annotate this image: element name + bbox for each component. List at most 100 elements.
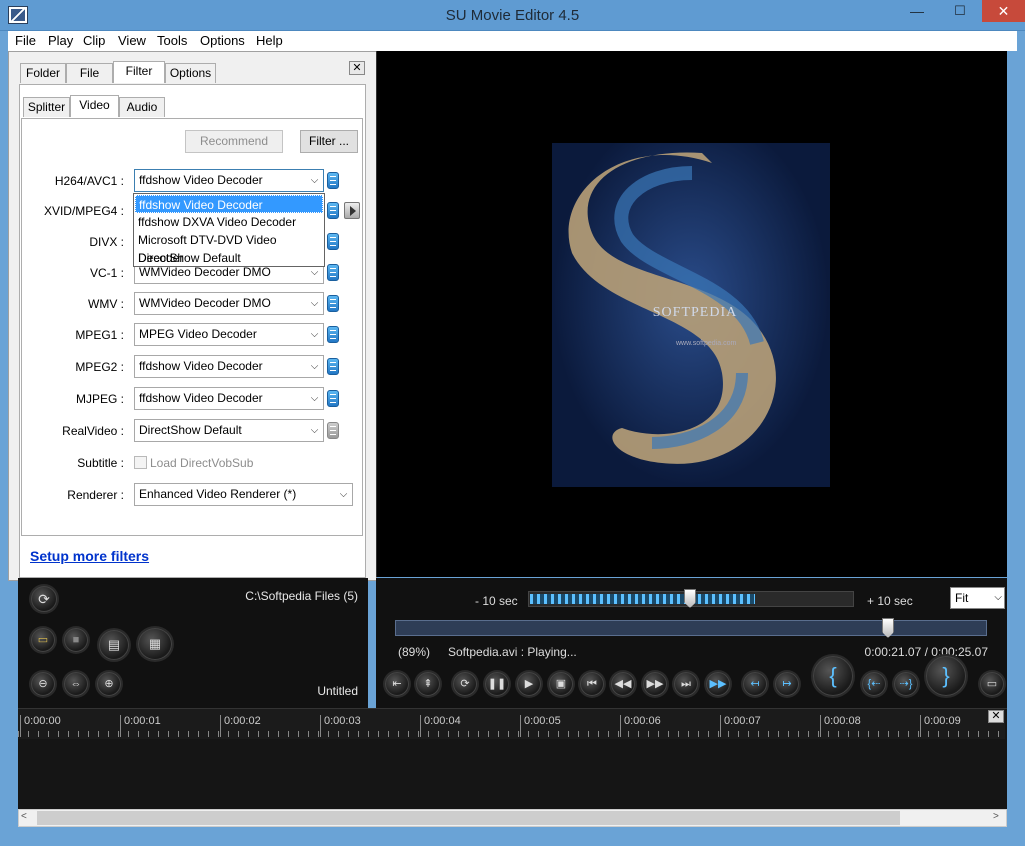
- dropdown-item[interactable]: Microsoft DTV-DVD Video Decoder: [135, 231, 323, 265]
- mark-out-icon[interactable]: }: [926, 656, 966, 696]
- dropdown-item[interactable]: ffdshow DXVA Video Decoder: [135, 213, 323, 231]
- film-export-icon[interactable]: ▦: [138, 628, 172, 660]
- scroll-left-icon[interactable]: <: [21, 811, 27, 822]
- minus-10-sec-label: - 10 sec: [475, 594, 518, 608]
- prev-frame-icon[interactable]: ⏮: [580, 672, 604, 696]
- project-name: Untitled: [317, 684, 358, 698]
- label-mjpeg: MJPEG :: [75, 392, 124, 406]
- settings-icon[interactable]: [327, 326, 339, 343]
- label-h264: H264/AVC1 :: [54, 174, 124, 188]
- tick-label: 0:00:09: [924, 715, 961, 727]
- tick-line: [120, 715, 121, 737]
- settings-icon[interactable]: [327, 233, 339, 250]
- filter-button[interactable]: Filter ...: [300, 130, 358, 153]
- go-start-icon[interactable]: ⇤: [385, 672, 409, 696]
- scroll-right-icon[interactable]: >: [993, 811, 999, 822]
- combo-realvideo[interactable]: DirectShow Default ⌵: [134, 419, 324, 442]
- label-realvideo: RealVideo :: [62, 424, 124, 438]
- settings-icon[interactable]: [327, 358, 339, 375]
- fit-zoom-icon[interactable]: ⇔: [64, 672, 88, 696]
- jump-out-icon[interactable]: ⇢}: [894, 672, 918, 696]
- combo-wmv[interactable]: WMVideo Decoder DMO ⌵: [134, 292, 324, 315]
- directvobsub-checkbox[interactable]: [134, 456, 147, 469]
- menu-view[interactable]: View: [118, 33, 146, 48]
- subtab-splitter[interactable]: Splitter: [23, 97, 70, 117]
- combo-mpeg2[interactable]: ffdshow Video Decoder ⌵: [134, 355, 324, 378]
- combo-h264[interactable]: ffdshow Video Decoder ⌵: [134, 169, 324, 192]
- label-mpeg2: MPEG2 :: [75, 360, 124, 374]
- setup-more-filters-link[interactable]: Setup more filters: [30, 548, 149, 564]
- dropdown-item[interactable]: ffdshow Video Decoder: [135, 195, 323, 213]
- combo-renderer[interactable]: Enhanced Video Renderer (*) ⌵: [134, 483, 353, 506]
- go-mark-out-icon[interactable]: ↦: [775, 672, 799, 696]
- rewind-icon[interactable]: ◀◀: [611, 672, 635, 696]
- tick-line: [620, 715, 621, 737]
- document-icon[interactable]: ▤: [99, 630, 129, 660]
- label-wmv: WMV :: [88, 297, 124, 311]
- combo-mjpeg[interactable]: ffdshow Video Decoder ⌵: [134, 387, 324, 410]
- loop-icon[interactable]: ⟳: [453, 672, 477, 696]
- tab-file[interactable]: File: [66, 63, 113, 83]
- next-frame-icon[interactable]: ⏭: [674, 672, 698, 696]
- settings-icon: [327, 422, 339, 439]
- timeline-close-icon[interactable]: ✕: [988, 710, 1004, 723]
- settings-icon[interactable]: [327, 264, 339, 281]
- split-icon[interactable]: ⇞: [416, 672, 440, 696]
- play-fast-icon[interactable]: ▶▶: [706, 672, 730, 696]
- tick-label: 0:00:00: [24, 715, 61, 727]
- mark-in-icon[interactable]: {: [813, 656, 853, 696]
- zoom-out-icon[interactable]: ⊖: [31, 672, 55, 696]
- zoom-select[interactable]: Fit ⌵: [950, 587, 1005, 609]
- settings-icon[interactable]: [327, 172, 339, 189]
- recommend-button[interactable]: Recommend: [185, 130, 283, 153]
- menu-clip[interactable]: Clip: [83, 33, 105, 48]
- jump-in-icon[interactable]: {⇠: [862, 672, 886, 696]
- menu-help[interactable]: Help: [256, 33, 283, 48]
- label-renderer: Renderer :: [67, 488, 124, 502]
- window-title: SU Movie Editor 4.5: [445, 7, 580, 24]
- watermark-text: SOFTPEDIA: [652, 305, 738, 320]
- dropdown-item[interactable]: DirectShow Default: [135, 249, 323, 267]
- settings-icon[interactable]: [327, 295, 339, 312]
- menu-bar: File Play Clip View Tools Options Help: [8, 31, 1017, 51]
- seek-bar[interactable]: [395, 620, 987, 636]
- combo-mpeg1[interactable]: MPEG Video Decoder ⌵: [134, 323, 324, 346]
- menu-file[interactable]: File: [15, 33, 36, 48]
- play-icon[interactable]: ▶: [517, 672, 541, 696]
- directvobsub-label: Load DirectVobSub: [150, 456, 254, 470]
- settings-icon[interactable]: [327, 390, 339, 407]
- pause-icon[interactable]: ❚❚: [485, 672, 509, 696]
- open-folder-icon[interactable]: ▭: [31, 628, 55, 652]
- stop-icon[interactable]: ▣: [549, 672, 573, 696]
- save-icon[interactable]: ■: [64, 628, 88, 652]
- tick-label: 0:00:03: [324, 715, 361, 727]
- menu-tools[interactable]: Tools: [157, 33, 187, 48]
- minimize-button[interactable]: —: [896, 0, 938, 22]
- maximize-button[interactable]: ☐: [939, 0, 981, 22]
- go-mark-in-icon[interactable]: ↤: [743, 672, 767, 696]
- tab-folder[interactable]: Folder: [20, 63, 66, 83]
- zoom-in-icon[interactable]: ⊕: [97, 672, 121, 696]
- settings-icon[interactable]: [327, 202, 339, 219]
- scrollbar-thumb[interactable]: [37, 811, 900, 825]
- tick-line: [820, 715, 821, 737]
- tab-options[interactable]: Options: [165, 63, 216, 83]
- tick-label: 0:00:05: [524, 715, 561, 727]
- tick-label: 0:00:01: [124, 715, 161, 727]
- fast-forward-icon[interactable]: ▶▶: [643, 672, 667, 696]
- close-button[interactable]: ✕: [982, 0, 1025, 22]
- panel-close-icon[interactable]: ✕: [349, 61, 365, 75]
- label-mpeg1: MPEG1 :: [75, 328, 124, 342]
- tab-filter[interactable]: Filter: [113, 61, 165, 83]
- fullscreen-icon[interactable]: ▭: [980, 672, 1004, 696]
- tick-line: [220, 715, 221, 737]
- ruler-minor-ticks: [18, 731, 1005, 737]
- chevron-down-icon: ⌵: [310, 175, 319, 186]
- chevron-down-icon: ⌵: [310, 393, 319, 404]
- menu-options[interactable]: Options: [200, 33, 245, 48]
- subtab-video[interactable]: Video: [70, 95, 119, 117]
- subtab-audio[interactable]: Audio: [119, 97, 165, 117]
- menu-play[interactable]: Play: [48, 33, 73, 48]
- refresh-icon[interactable]: ⟳: [31, 586, 57, 612]
- play-arrow-icon[interactable]: [344, 202, 360, 219]
